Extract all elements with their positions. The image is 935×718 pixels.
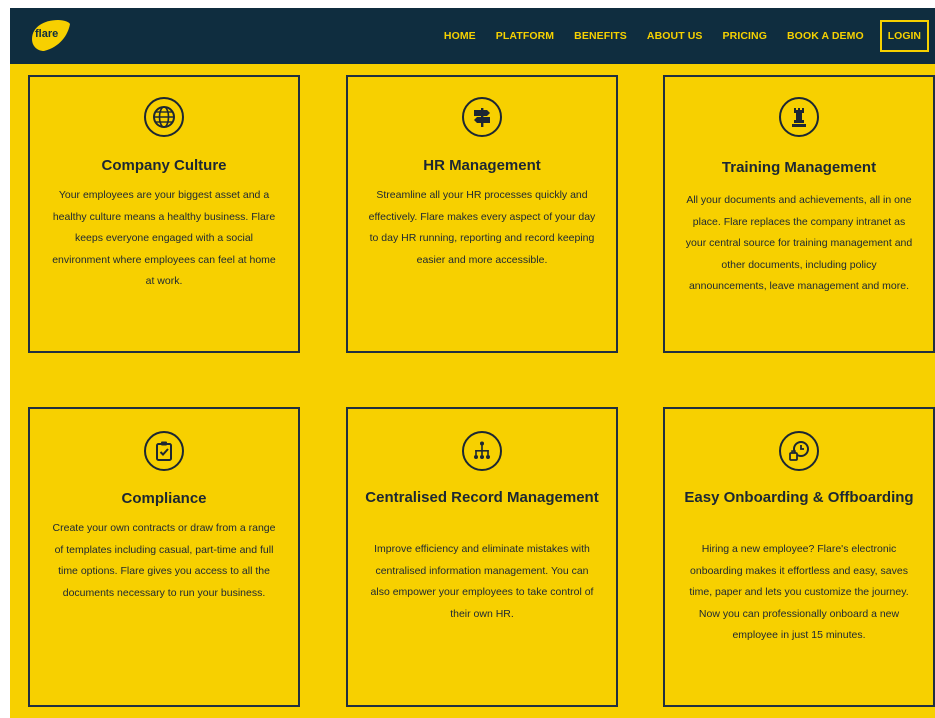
feature-description: Hiring a new employee? Flare's electroni… — [689, 543, 909, 641]
feature-card-company-culture: Company Culture Your employees are your … — [28, 75, 300, 353]
feature-description: Streamline all your HR processes quickly… — [368, 189, 596, 266]
login-button[interactable]: LOGIN — [879, 20, 929, 52]
feature-card-centralised-record-management: Centralised Record Management Improve ef… — [346, 407, 618, 707]
nav-item-home[interactable]: HOME — [444, 30, 476, 42]
feature-description: All your documents and achievements, all… — [685, 194, 913, 292]
feature-card-easy-onboarding: Easy Onboarding & Offboarding Hiring a n… — [663, 407, 935, 707]
feature-title: Centralised Record Management — [365, 489, 599, 506]
feature-description: Improve efficiency and eliminate mistake… — [370, 543, 594, 620]
feature-title: Training Management — [721, 159, 877, 176]
feature-title: HR Management — [423, 157, 541, 174]
main-menu: HOME PLATFORM BENEFITS ABOUT US PRICING … — [434, 8, 935, 64]
features-section: Company Culture Your employees are your … — [10, 64, 935, 718]
nav-item-about-us[interactable]: ABOUT US — [647, 30, 703, 42]
clipboard-check-icon — [144, 431, 184, 471]
feature-description: Create your own contracts or draw from a… — [52, 522, 276, 599]
chess-rook-icon — [779, 97, 819, 137]
feature-title: Easy Onboarding & Offboarding — [684, 489, 914, 506]
top-navigation-bar: flare HOME PLATFORM BENEFITS ABOUT US PR… — [10, 8, 935, 64]
nav-item-book-a-demo[interactable]: BOOK A DEMO — [787, 30, 864, 42]
signpost-icon — [462, 97, 502, 137]
feature-card-compliance: Compliance Create your own contracts or … — [28, 407, 300, 707]
flare-logo[interactable]: flare — [30, 17, 72, 55]
feature-title: Compliance — [121, 490, 207, 507]
nav-item-pricing[interactable]: PRICING — [723, 30, 767, 42]
hierarchy-icon — [462, 431, 502, 471]
nav-item-platform[interactable]: PLATFORM — [496, 30, 554, 42]
feature-description: Your employees are your biggest asset an… — [52, 189, 276, 287]
globe-icon — [144, 97, 184, 137]
feature-title: Company Culture — [101, 157, 227, 174]
feature-card-hr-management: HR Management Streamline all your HR pro… — [346, 75, 618, 353]
nav-item-benefits[interactable]: BENEFITS — [574, 30, 627, 42]
feature-card-training-management: Training Management All your documents a… — [663, 75, 935, 353]
clock-handoff-icon — [779, 431, 819, 471]
logo-text: flare — [35, 28, 59, 40]
